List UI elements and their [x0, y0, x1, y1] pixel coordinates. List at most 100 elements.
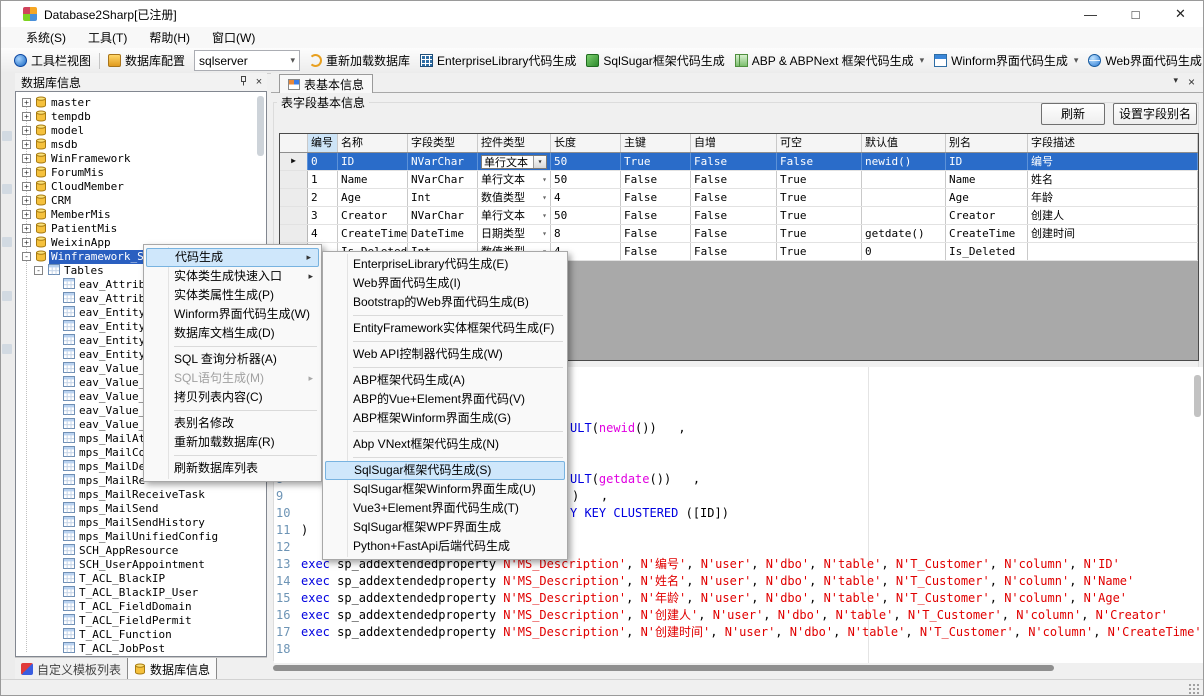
- expand-toggle[interactable]: +: [22, 98, 31, 107]
- tree-node-table[interactable]: T_ACL_BlackIP_User: [16, 586, 266, 600]
- tree-node-table[interactable]: T_ACL_BlackIP: [16, 572, 266, 586]
- tree-node-table[interactable]: T_ACL_JobPost: [16, 642, 266, 656]
- grid-cell[interactable]: Age: [338, 189, 408, 206]
- grid-cell[interactable]: 创建人: [1028, 207, 1198, 224]
- pin-icon[interactable]: [235, 76, 251, 89]
- menubar-item[interactable]: 系统(S): [15, 27, 77, 48]
- set-field-alias-button[interactable]: 设置字段别名: [1113, 103, 1197, 125]
- grid-cell[interactable]: False: [777, 153, 862, 170]
- table-row[interactable]: ▶0IDNVarChar单行文本▾50TrueFalseFalsenewid()…: [280, 153, 1198, 171]
- grid-cell[interactable]: False: [691, 171, 777, 188]
- grid-cell[interactable]: False: [691, 189, 777, 206]
- submenu-item[interactable]: EnterpriseLibrary代码生成(E): [324, 255, 566, 274]
- grid-cell[interactable]: Name: [946, 171, 1028, 188]
- editor-vertical-scrollbar[interactable]: [1194, 375, 1201, 417]
- column-header[interactable]: 别名: [946, 134, 1028, 152]
- tree-node-table[interactable]: T_ACL_Function: [16, 628, 266, 642]
- resize-grip[interactable]: [1188, 683, 1200, 695]
- tab-list-chevron-icon[interactable]: ▾: [1173, 75, 1178, 89]
- column-header[interactable]: 编号: [308, 134, 338, 152]
- context-menu-item[interactable]: 刷新数据库列表: [145, 459, 320, 478]
- expand-toggle[interactable]: +: [22, 224, 31, 233]
- submenu-item[interactable]: SqlSugar框架Winform界面生成(U): [324, 480, 566, 499]
- grid-cell[interactable]: CreateTime: [946, 225, 1028, 242]
- submenu-item[interactable]: EntityFramework实体框架代码生成(F): [324, 319, 566, 338]
- scrollbar-thumb[interactable]: [273, 665, 1054, 671]
- column-header[interactable]: 自增: [691, 134, 777, 152]
- context-menu-item[interactable]: 重新加载数据库(R): [145, 433, 320, 452]
- row-header[interactable]: [280, 189, 308, 206]
- refresh-button[interactable]: 刷新: [1041, 103, 1105, 125]
- column-header[interactable]: 长度: [551, 134, 621, 152]
- grid-cell[interactable]: True: [777, 171, 862, 188]
- grid-cell[interactable]: 2: [308, 189, 338, 206]
- tree-node-table[interactable]: mps_MailReceiveTask: [16, 488, 266, 502]
- tree-node-table[interactable]: mps_MailSendHistory: [16, 516, 266, 530]
- database-config-button[interactable]: 数据库配置: [103, 50, 190, 71]
- expand-toggle[interactable]: +: [22, 196, 31, 205]
- tree-node-table[interactable]: T_ACL_FieldDomain: [16, 600, 266, 614]
- tree-node-database[interactable]: +master: [16, 96, 266, 110]
- grid-cell[interactable]: 0: [308, 153, 338, 170]
- tree-node-database[interactable]: +ForumMis: [16, 166, 266, 180]
- expand-toggle[interactable]: +: [22, 210, 31, 219]
- submenu-item[interactable]: Web API控制器代码生成(W): [324, 345, 566, 364]
- grid-cell[interactable]: False: [621, 243, 691, 260]
- grid-cell[interactable]: 单行文本▾: [478, 207, 551, 224]
- toolbar-view-button[interactable]: 工具栏视图: [9, 50, 96, 71]
- grid-cell[interactable]: CreateTime: [338, 225, 408, 242]
- grid-cell[interactable]: 单行文本▾: [478, 153, 551, 170]
- expand-toggle[interactable]: +: [22, 238, 31, 247]
- grid-cell[interactable]: True: [777, 207, 862, 224]
- column-header[interactable]: 名称: [338, 134, 408, 152]
- grid-cell[interactable]: DateTime: [408, 225, 478, 242]
- grid-cell[interactable]: Is_Deleted: [946, 243, 1028, 260]
- context-menu-item[interactable]: 表别名修改: [145, 414, 320, 433]
- column-header[interactable]: 可空: [777, 134, 862, 152]
- context-menu-item[interactable]: 实体类生成快速入口▸: [145, 267, 320, 286]
- context-menu-item[interactable]: 拷贝列表内容(C): [145, 388, 320, 407]
- grid-cell[interactable]: False: [621, 189, 691, 206]
- grid-cell[interactable]: ID: [946, 153, 1028, 170]
- grid-cell[interactable]: [862, 171, 946, 188]
- expand-toggle[interactable]: -: [34, 266, 43, 275]
- menubar-item[interactable]: 工具(T): [77, 27, 138, 48]
- tree-node-database[interactable]: +CRM: [16, 194, 266, 208]
- submenu-item[interactable]: Python+FastApi后端代码生成: [324, 537, 566, 556]
- web-codegen-button[interactable]: Web界面代码生成▾: [1083, 50, 1204, 71]
- table-row[interactable]: 3CreatorNVarChar单行文本▾50FalseFalseTrueCre…: [280, 207, 1198, 225]
- tree-node-database[interactable]: +PatientMis: [16, 222, 266, 236]
- grid-cell[interactable]: False: [691, 225, 777, 242]
- editor-horizontal-scrollbar[interactable]: [273, 664, 1203, 673]
- expand-toggle[interactable]: +: [22, 154, 31, 163]
- grid-cell[interactable]: True: [777, 189, 862, 206]
- sqlsugar-codegen-button[interactable]: SqlSugar框架代码生成: [581, 50, 729, 71]
- grid-cell[interactable]: False: [691, 153, 777, 170]
- grid-cell[interactable]: NVarChar: [408, 207, 478, 224]
- close-document-icon[interactable]: ×: [1188, 75, 1195, 89]
- database-type-combobox[interactable]: sqlserver▾: [194, 50, 300, 71]
- column-header[interactable]: 字段描述: [1028, 134, 1198, 152]
- tree-node-table[interactable]: mps_MailUnifiedConfig: [16, 530, 266, 544]
- menubar-item[interactable]: 窗口(W): [201, 27, 266, 48]
- submenu-item[interactable]: Web界面代码生成(I): [324, 274, 566, 293]
- tree-node-table[interactable]: SCH_UserAppointment: [16, 558, 266, 572]
- abp-codegen-button[interactable]: ABP & ABPNext 框架代码生成▾: [730, 50, 929, 71]
- expand-toggle[interactable]: +: [22, 112, 31, 121]
- grid-cell[interactable]: [862, 207, 946, 224]
- table-row[interactable]: 2AgeInt数值类型▾4FalseFalseTrueAge年龄: [280, 189, 1198, 207]
- grid-cell[interactable]: [1028, 243, 1198, 260]
- reload-database-button[interactable]: 重新加载数据库: [304, 50, 415, 71]
- grid-cell[interactable]: False: [621, 171, 691, 188]
- row-header[interactable]: [280, 225, 308, 242]
- column-header[interactable]: 字段类型: [408, 134, 478, 152]
- expand-toggle[interactable]: +: [22, 140, 31, 149]
- grid-cell[interactable]: NVarChar: [408, 171, 478, 188]
- grid-cell[interactable]: 创建时间: [1028, 225, 1198, 242]
- grid-cell[interactable]: 4: [308, 225, 338, 242]
- grid-cell[interactable]: 50: [551, 153, 621, 170]
- grid-cell[interactable]: 单行文本▾: [478, 171, 551, 188]
- tab-database-info[interactable]: 数据库信息: [127, 658, 217, 681]
- column-header[interactable]: 控件类型: [478, 134, 551, 152]
- grid-cell[interactable]: 4: [551, 189, 621, 206]
